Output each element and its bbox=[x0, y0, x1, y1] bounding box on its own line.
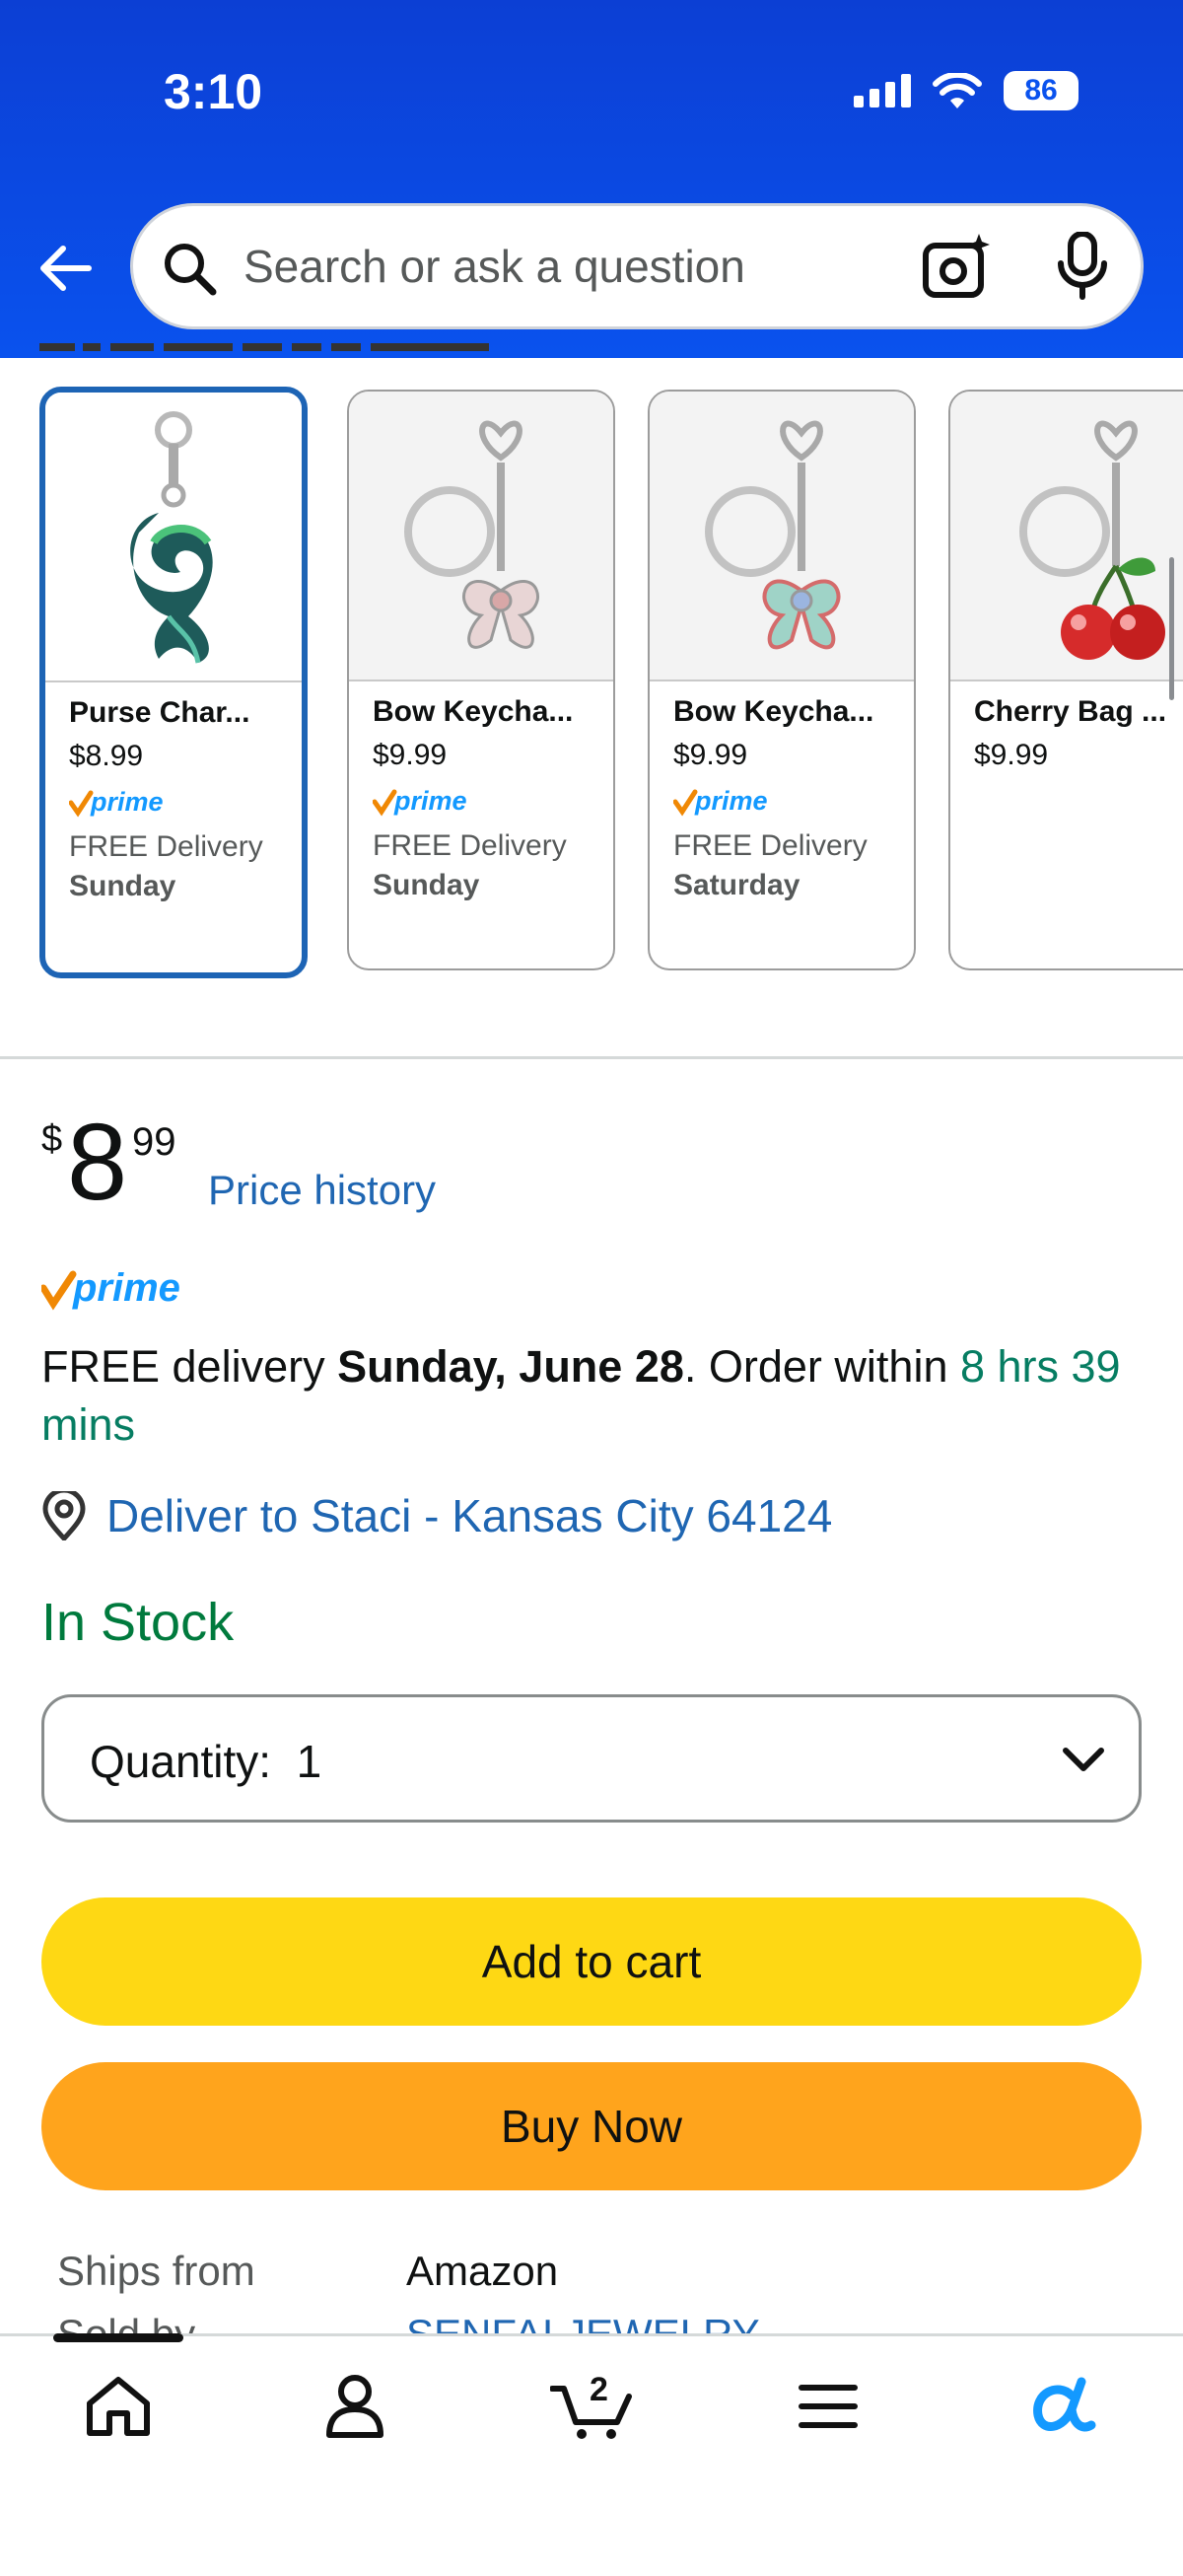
add-to-cart-button[interactable]: Add to cart bbox=[41, 1897, 1142, 2026]
search-icon bbox=[165, 244, 217, 296]
search-bar[interactable]: Search or ask a question bbox=[130, 203, 1144, 329]
cherry-charm-image bbox=[1019, 420, 1165, 660]
prime-badge: prime bbox=[372, 786, 613, 820]
product-card-bow-keychain-rainbow[interactable]: Bow Keycha... $9.99 prime FREE Delivery … bbox=[648, 390, 916, 970]
product-image bbox=[45, 393, 302, 682]
active-tab-indicator bbox=[53, 2333, 183, 2342]
stock-status: In Stock bbox=[41, 1593, 235, 1652]
tab-cart[interactable]: 2 bbox=[550, 2367, 639, 2446]
deliver-to-link[interactable]: Deliver to Staci - Kansas City 64124 bbox=[41, 1489, 832, 1542]
ships-from-label: Ships from bbox=[57, 2248, 255, 2294]
sold-by-value[interactable]: SENFAI JEWELRY bbox=[406, 2310, 760, 2333]
delivery-prefix: FREE delivery bbox=[41, 1341, 338, 1392]
product-delivery: FREE Delivery bbox=[373, 829, 567, 862]
product-delivery-day: Saturday bbox=[673, 869, 800, 901]
battery-icon: 86 bbox=[1004, 71, 1079, 110]
tab-rufus[interactable] bbox=[1023, 2367, 1102, 2446]
rufus-ai-icon bbox=[1033, 2377, 1096, 2432]
tab-home[interactable] bbox=[79, 2367, 158, 2446]
person-icon bbox=[326, 2375, 383, 2438]
product-delivery-day: Sunday bbox=[69, 870, 176, 902]
ships-from-value: Amazon bbox=[406, 2248, 559, 2294]
microphone-icon[interactable] bbox=[1056, 232, 1109, 301]
back-arrow-icon[interactable] bbox=[34, 237, 97, 300]
prime-check-icon: prime bbox=[372, 786, 467, 817]
product-card-bow-keychain[interactable]: Bow Keycha... $9.99 prime FREE Delivery … bbox=[347, 390, 615, 970]
mermaid-tail-charm-image bbox=[130, 411, 213, 664]
tab-menu[interactable] bbox=[789, 2367, 868, 2446]
delivery-date: Sunday, June 28 bbox=[337, 1341, 684, 1392]
sold-by-label: Sold by bbox=[57, 2310, 195, 2333]
product-price: $9.99 bbox=[373, 739, 448, 771]
product-price: $8.99 bbox=[69, 740, 144, 772]
hamburger-menu-icon bbox=[799, 2385, 858, 2428]
cellular-signal-icon bbox=[854, 74, 911, 107]
product-card-cherry-bag-charm[interactable]: Cherry Bag ... $9.99 bbox=[948, 390, 1183, 970]
price-history-link[interactable]: Price history bbox=[208, 1167, 436, 1214]
status-time: 3:10 bbox=[164, 64, 263, 119]
cart-count: 2 bbox=[590, 2371, 608, 2408]
delivery-info: FREE delivery Sunday, June 28. Order wit… bbox=[41, 1337, 1146, 1454]
product-title: Purse Char... bbox=[69, 696, 250, 729]
tab-account[interactable] bbox=[315, 2367, 394, 2446]
quantity-selector[interactable]: Quantity: 1 bbox=[41, 1694, 1142, 1823]
product-delivery: FREE Delivery bbox=[69, 830, 263, 863]
product-image bbox=[950, 392, 1183, 681]
prime-badge-large: prime bbox=[39, 1266, 209, 1317]
product-title: Bow Keycha... bbox=[373, 695, 574, 728]
section-title-cutoff bbox=[39, 343, 489, 351]
price-whole: 8 bbox=[67, 1102, 128, 1223]
chevron-down-icon bbox=[1063, 1748, 1104, 1771]
prime-check-icon: prime bbox=[68, 787, 164, 818]
prime-badge: prime bbox=[68, 787, 302, 821]
price-currency: $ bbox=[41, 1118, 63, 1160]
product-price: $9.99 bbox=[974, 739, 1049, 771]
status-icons: 86 bbox=[854, 71, 1079, 110]
product-price: $9.99 bbox=[673, 739, 748, 771]
product-title: Cherry Bag ... bbox=[974, 695, 1167, 728]
search-input[interactable]: Search or ask a question bbox=[244, 240, 745, 293]
product-delivery-day: Sunday bbox=[373, 869, 480, 901]
quantity-label: Quantity: 1 bbox=[90, 1736, 322, 1787]
prime-check-icon: prime bbox=[672, 786, 768, 817]
app-header: 3:10 86 Search or ask a question bbox=[0, 0, 1183, 358]
home-icon bbox=[87, 2377, 150, 2436]
quantity-value: 1 bbox=[296, 1736, 322, 1787]
location-pin-icon bbox=[42, 1491, 86, 1540]
wifi-icon bbox=[933, 73, 982, 108]
product-card-purse-charm[interactable]: Purse Char... $8.99 prime FREE Delivery … bbox=[39, 387, 308, 978]
scroll-indicator bbox=[1169, 557, 1174, 700]
svg-text:prime: prime bbox=[90, 787, 164, 817]
svg-text:prime: prime bbox=[72, 1266, 180, 1310]
bow-keychain-rainbow-image bbox=[705, 420, 841, 650]
prime-badge: prime bbox=[672, 786, 914, 820]
svg-text:prime: prime bbox=[393, 786, 467, 816]
prime-check-icon: prime bbox=[39, 1266, 180, 1311]
related-products-carousel[interactable]: Purse Char... $8.99 prime FREE Delivery … bbox=[39, 387, 1183, 978]
svg-text:prime: prime bbox=[694, 786, 768, 816]
bow-keychain-pink-image bbox=[404, 420, 539, 649]
deliver-to-address[interactable]: Deliver to Staci - Kansas City 64124 bbox=[106, 1489, 832, 1542]
section-divider bbox=[0, 1056, 1183, 1059]
buy-now-button[interactable]: Buy Now bbox=[41, 2062, 1142, 2190]
camera-search-icon[interactable] bbox=[922, 234, 991, 299]
product-image bbox=[349, 392, 613, 681]
product-image bbox=[650, 392, 914, 681]
price-fraction: 99 bbox=[132, 1120, 176, 1164]
product-delivery: FREE Delivery bbox=[673, 829, 868, 862]
delivery-middle: . Order within bbox=[683, 1341, 960, 1392]
cart-icon: 2 bbox=[550, 2371, 632, 2439]
product-title: Bow Keycha... bbox=[673, 695, 874, 728]
